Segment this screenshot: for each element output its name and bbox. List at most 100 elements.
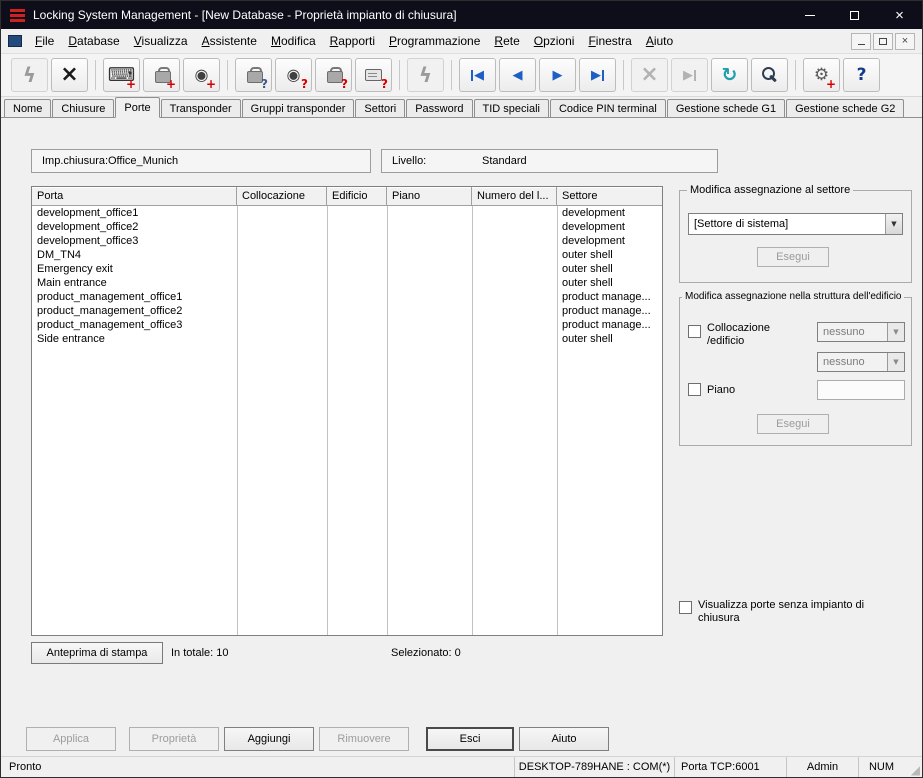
- document-icon[interactable]: [8, 35, 22, 47]
- disconnect-button[interactable]: ×: [51, 58, 88, 92]
- help-button[interactable]: Aiuto: [519, 727, 609, 751]
- menu-finestra[interactable]: Finestra: [581, 31, 638, 51]
- mdi-window-controls: ×: [851, 32, 918, 50]
- main-content: Imp.chiusura: Office_Munich Livello: Sta…: [1, 118, 922, 756]
- mdi-close-button[interactable]: ×: [895, 32, 915, 50]
- resize-grip[interactable]: ◢: [904, 757, 922, 777]
- tab-settori[interactable]: Settori: [355, 99, 406, 117]
- minimize-button[interactable]: [787, 1, 832, 29]
- titlebar: Locking System Management - [New Databas…: [1, 1, 922, 29]
- menu-file[interactable]: File: [28, 31, 61, 51]
- tab-tid-speciali[interactable]: TID speciali: [473, 99, 549, 117]
- cancel-icon: ×: [640, 62, 659, 87]
- add-button[interactable]: Aggiungi: [224, 727, 314, 751]
- close-icon: ×: [895, 6, 904, 24]
- selected-count: Selezionato: 0: [391, 647, 461, 659]
- app-window: Locking System Management - [New Databas…: [0, 0, 923, 778]
- column-header-piano[interactable]: Piano: [387, 187, 472, 205]
- floor-checkbox[interactable]: [688, 383, 701, 396]
- location-dropdown-value: nessuno: [823, 326, 865, 338]
- table-row[interactable]: Main entrance outer shell: [32, 276, 662, 290]
- minimize-icon: [857, 44, 865, 45]
- cell-settore: product manage...: [562, 291, 651, 303]
- app-logo-icon: [10, 8, 25, 22]
- maximize-button[interactable]: [832, 1, 877, 29]
- table-row[interactable]: development_office3 development: [32, 234, 662, 248]
- tab-gestione-schede-g2[interactable]: Gestione schede G2: [786, 99, 905, 117]
- exit-button[interactable]: Esci: [426, 727, 514, 751]
- column-header-collocazione[interactable]: Collocazione: [237, 187, 327, 205]
- first-record-icon: ◀: [471, 69, 484, 82]
- menu-programmazione[interactable]: Programmazione: [382, 31, 487, 51]
- table-row[interactable]: development_office1 development: [32, 206, 662, 220]
- show-doors-without-system-label: Visualizza porte senza impianto di chius…: [698, 599, 865, 624]
- previous-record-button[interactable]: ◀: [499, 58, 536, 92]
- new-transponder-button[interactable]: ◉ +: [183, 58, 220, 92]
- menu-database[interactable]: Database: [61, 31, 126, 51]
- cell-settore: product manage...: [562, 319, 651, 331]
- building-dropdown-value: nessuno: [823, 356, 865, 368]
- tab-codice-pin-terminal[interactable]: Codice PIN terminal: [549, 99, 666, 117]
- toolbar-separator: [227, 60, 228, 90]
- table-row[interactable]: development_office2 development: [32, 220, 662, 234]
- table-row[interactable]: Emergency exit outer shell: [32, 262, 662, 276]
- previous-record-icon: ◀: [512, 67, 523, 83]
- menu-aiuto[interactable]: Aiuto: [639, 31, 680, 51]
- tab-gestione-schede-g1[interactable]: Gestione schede G1: [666, 99, 786, 117]
- read-transponder-button[interactable]: ◉?: [275, 58, 312, 92]
- building-dropdown: nessuno ▼: [817, 352, 905, 372]
- print-preview-button[interactable]: Anteprima di stampa: [31, 642, 163, 664]
- restore-icon: [879, 37, 887, 45]
- mdi-restore-button[interactable]: [873, 32, 893, 50]
- cell-porta: Main entrance: [37, 277, 107, 289]
- menu-assistente[interactable]: Assistente: [195, 31, 264, 51]
- sector-dropdown[interactable]: [Settore di sistema] ▼: [688, 213, 903, 235]
- read-card-button[interactable]: ?: [355, 58, 392, 92]
- mdi-minimize-button[interactable]: [851, 32, 871, 50]
- location-checkbox-label: Collocazione: [707, 322, 770, 334]
- new-locking-system-button[interactable]: ⌨ +: [103, 58, 140, 92]
- tab-transponder[interactable]: Transponder: [160, 99, 241, 117]
- toolbar-separator: [795, 60, 796, 90]
- menu-rapporti[interactable]: Rapporti: [323, 31, 382, 51]
- menu-visualizza[interactable]: Visualizza: [127, 31, 195, 51]
- cell-porta: product_management_office2: [37, 305, 183, 317]
- column-header-edificio[interactable]: Edificio: [327, 187, 387, 205]
- search-button[interactable]: [751, 58, 788, 92]
- menu-rete[interactable]: Rete: [487, 31, 526, 51]
- tab-password[interactable]: Password: [406, 99, 473, 117]
- close-icon: ×: [901, 34, 909, 47]
- table-row[interactable]: product_management_office3 product manage…: [32, 318, 662, 332]
- menu-opzioni[interactable]: Opzioni: [527, 31, 582, 51]
- tab-chiusure[interactable]: Chiusure: [52, 99, 115, 117]
- show-doors-without-system-checkbox[interactable]: [679, 601, 692, 614]
- location-checkbox-label2: /edificio: [707, 335, 745, 347]
- menu-modifica[interactable]: Modifica: [264, 31, 323, 51]
- tab-gruppi-transponder[interactable]: Gruppi transponder: [241, 99, 355, 117]
- apply-button: Applica: [26, 727, 116, 751]
- read-lock-radio-button[interactable]: ?: [315, 58, 352, 92]
- window-controls: ×: [787, 1, 922, 29]
- next-record-button[interactable]: ▶: [539, 58, 576, 92]
- last-record-button[interactable]: ▶: [579, 58, 616, 92]
- first-record-button[interactable]: ◀: [459, 58, 496, 92]
- new-lock-button[interactable]: +: [143, 58, 180, 92]
- close-button[interactable]: ×: [877, 1, 922, 29]
- question-badge: ?: [341, 77, 348, 91]
- table-row[interactable]: DM_TN4 outer shell: [32, 248, 662, 262]
- tab-nome[interactable]: Nome: [4, 99, 52, 117]
- read-lock-button[interactable]: ?: [235, 58, 272, 92]
- help-button[interactable]: ?: [843, 58, 880, 92]
- tab-porte[interactable]: Porte: [115, 97, 160, 118]
- filter-settings-button[interactable]: ⚙ +: [803, 58, 840, 92]
- table-row[interactable]: Side entrance outer shell: [32, 332, 662, 346]
- column-header-numero[interactable]: Numero del l...: [472, 187, 557, 205]
- column-header-porta[interactable]: Porta: [32, 187, 237, 205]
- program-button: ϟ: [407, 58, 444, 92]
- table-row[interactable]: product_management_office2 product manage…: [32, 304, 662, 318]
- table-row[interactable]: product_management_office1 product manage…: [32, 290, 662, 304]
- refresh-button[interactable]: ↻: [711, 58, 748, 92]
- location-building-checkbox[interactable]: [688, 325, 701, 338]
- column-header-settore[interactable]: Settore: [557, 187, 662, 205]
- cell-settore: development: [562, 235, 625, 247]
